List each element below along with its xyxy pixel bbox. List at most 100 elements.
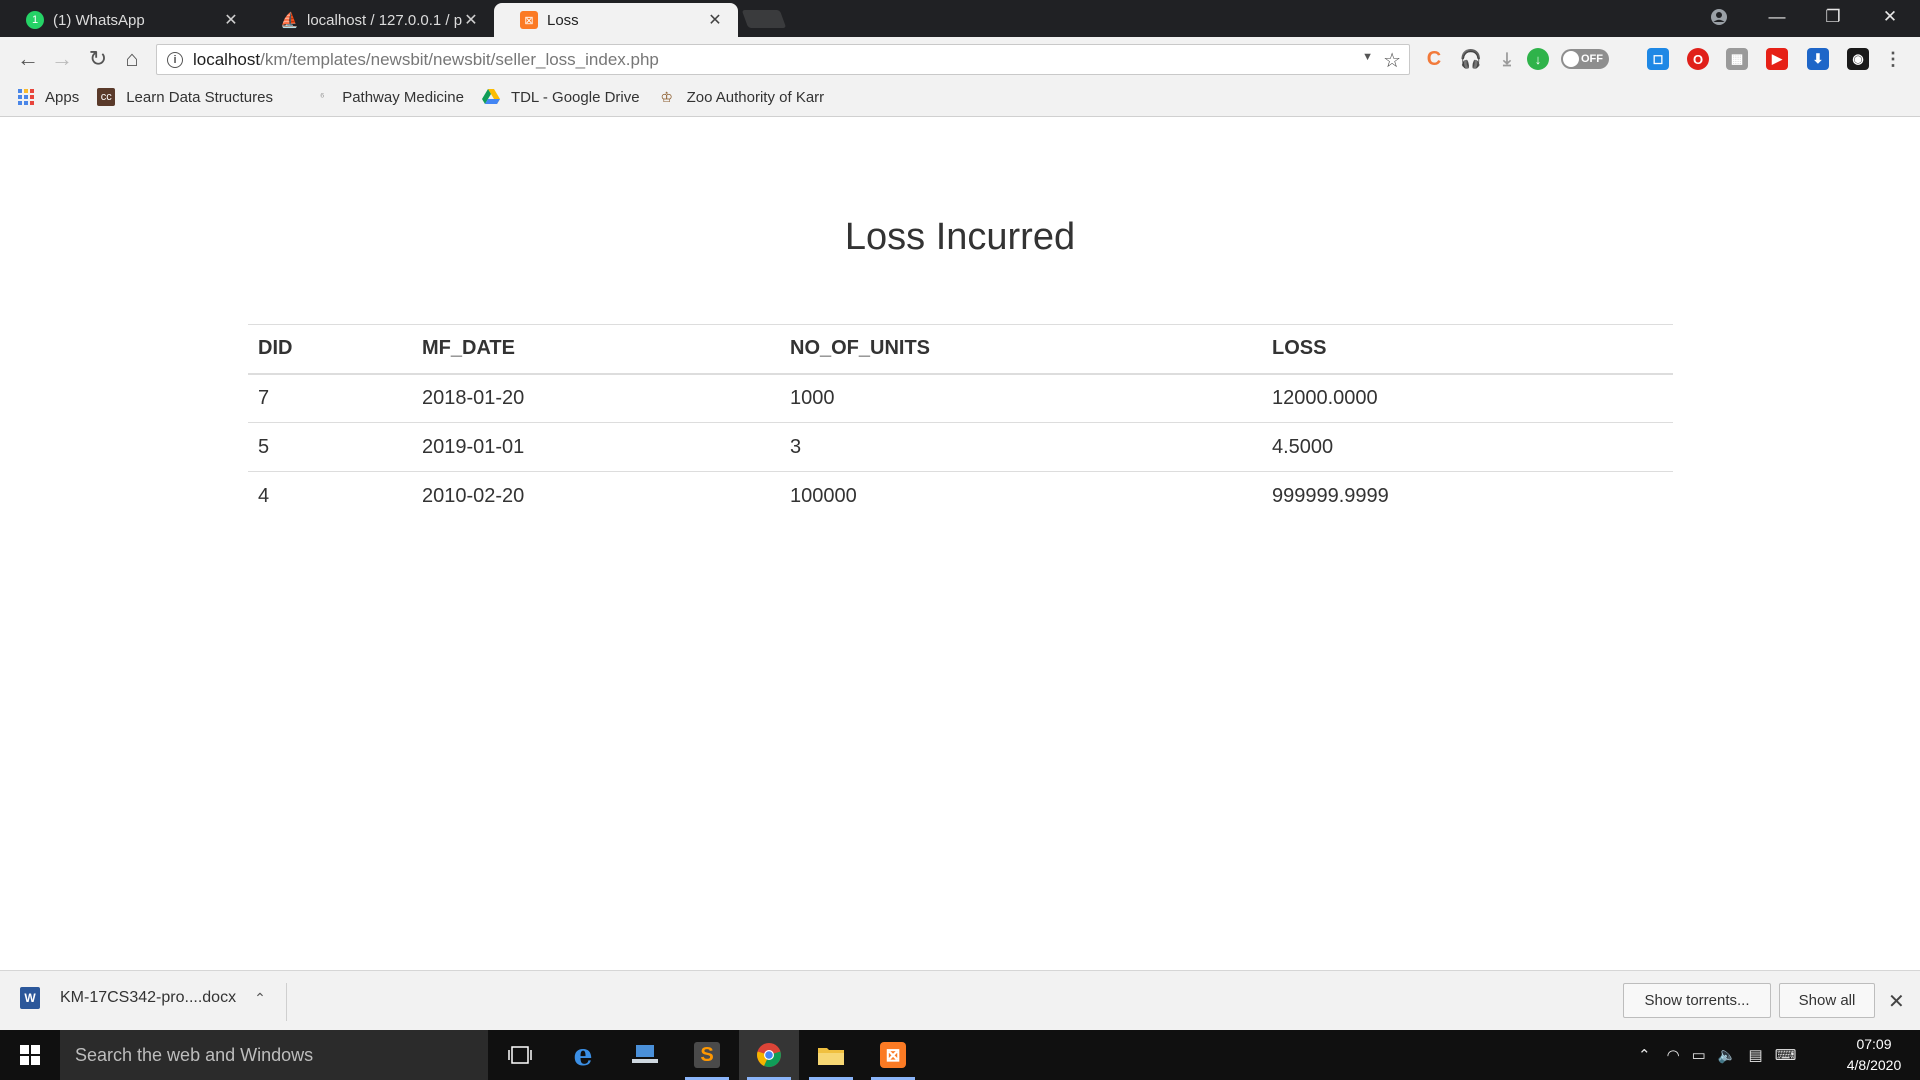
bookmark-pathway-medicine[interactable]: ⁶ Pathway Medicine xyxy=(313,88,464,106)
divider xyxy=(286,983,287,1021)
xampp-icon[interactable]: ⊠ xyxy=(863,1030,923,1080)
download-item[interactable]: W KM-17CS342-pro....docx ⌃ xyxy=(20,987,266,1009)
forward-icon[interactable]: → xyxy=(48,45,76,73)
cell-loss: 12000.0000 xyxy=(1262,373,1673,423)
extension-c-icon[interactable]: C xyxy=(1423,48,1445,70)
download-tray-icon[interactable]: ⤓ xyxy=(1496,48,1518,70)
profile-icon[interactable] xyxy=(1691,0,1747,34)
bookmark-label: Learn Data Structures xyxy=(126,88,273,106)
table-header-row: DID MF_DATE NO_OF_UNITS LOSS xyxy=(248,324,1673,375)
network-app-icon[interactable] xyxy=(615,1030,675,1080)
cell-no-of-units: 100000 xyxy=(790,484,857,507)
chevron-up-icon[interactable]: ⌃ xyxy=(1638,1046,1651,1064)
taskbar-search[interactable]: Search the web and Windows xyxy=(60,1030,488,1080)
emblem-icon: ♔ xyxy=(660,88,673,105)
power-download-icon[interactable]: ↓ xyxy=(1527,48,1549,70)
bookmark-learn-data-structures[interactable]: cc Learn Data Structures xyxy=(97,88,295,106)
tab-phpmyadmin[interactable]: ⛵ localhost / 127.0.0.1 / pfi ✕ xyxy=(254,3,494,37)
new-tab-button[interactable] xyxy=(741,10,787,28)
show-torrents-button[interactable]: Show torrents... xyxy=(1623,983,1771,1018)
chevron-up-icon[interactable]: ⌃ xyxy=(254,990,266,1007)
close-tab-icon[interactable]: ✕ xyxy=(706,10,724,30)
bookmarks-bar: Apps cc Learn Data Structures ⁶ Pathway … xyxy=(0,82,1920,112)
close-window-icon[interactable]: ✕ xyxy=(1862,0,1918,34)
pathway-icon: ⁶ xyxy=(319,91,325,103)
menu-icon[interactable]: ⋮ xyxy=(1882,48,1904,70)
edge-icon[interactable]: e xyxy=(553,1030,613,1080)
taskbar-clock[interactable]: 07:09 4/8/2020 xyxy=(1834,1034,1914,1076)
headphones-icon[interactable]: 🎧 xyxy=(1460,48,1482,70)
cell-did: 5 xyxy=(248,422,412,472)
column-header-loss: LOSS xyxy=(1262,324,1673,375)
cell-loss: 4.5000 xyxy=(1262,422,1673,472)
phpmyadmin-icon: ⛵ xyxy=(280,12,299,29)
keyboard-icon[interactable]: ⌨ xyxy=(1775,1046,1797,1064)
xampp-icon: ⊠ xyxy=(520,11,538,29)
close-tab-icon[interactable]: ✕ xyxy=(462,10,480,30)
bookmark-label: Pathway Medicine xyxy=(342,88,464,106)
cell-loss: 999999.9999 xyxy=(1272,484,1389,507)
grey-extension-icon[interactable]: ▦ xyxy=(1726,48,1748,70)
restore-icon[interactable]: ❐ xyxy=(1805,0,1861,34)
task-view-icon[interactable] xyxy=(490,1030,550,1080)
bookmark-star-icon[interactable]: ☆ xyxy=(1383,48,1401,73)
cell-no-of-units: 1000 xyxy=(780,373,1262,423)
tab-loss[interactable]: ⊠ Loss ✕ xyxy=(494,3,738,37)
url-path: /km/templates/newsbit/newsbit/seller_los… xyxy=(260,49,659,69)
file-explorer-icon[interactable] xyxy=(801,1030,861,1080)
cell-mf-date: 2019-01-01 xyxy=(412,422,780,472)
bookmark-label: TDL - Google Drive xyxy=(510,88,640,106)
column-header-did: DID xyxy=(248,324,412,375)
tab-label: (1) WhatsApp xyxy=(53,11,145,29)
download-file-name: KM-17CS342-pro....docx xyxy=(60,989,237,1006)
download-bar: W KM-17CS342-pro....docx ⌃ Show torrents… xyxy=(0,970,1920,1030)
tab-label: localhost / 127.0.0.1 / pfi xyxy=(307,11,462,29)
info-icon[interactable]: i xyxy=(167,51,183,68)
bookmark-apps[interactable]: Apps xyxy=(18,89,79,106)
page-content: Loss Incurred DID MF_DATE NO_OF_UNITS LO… xyxy=(0,118,1920,970)
cell-mf-date: 2010-02-20 xyxy=(422,484,525,507)
wifi-icon[interactable]: ◠ xyxy=(1667,1046,1680,1064)
table-row: 4 2010-02-20 100000 999999.9999 xyxy=(248,472,1673,521)
bookmark-label: Apps xyxy=(45,88,80,106)
opera-vpn-icon[interactable]: O xyxy=(1687,48,1709,70)
blue-download-icon[interactable]: ⬇ xyxy=(1807,48,1829,70)
youtube-icon[interactable]: ▶ xyxy=(1766,48,1788,70)
battery-icon[interactable]: ▭ xyxy=(1692,1046,1706,1064)
close-tab-icon[interactable]: ✕ xyxy=(222,10,240,30)
column-header-no-of-units: NO_OF_UNITS xyxy=(780,324,1262,375)
table-row: 5 2019-01-01 3 4.5000 xyxy=(248,422,1673,472)
camera-icon[interactable]: ◉ xyxy=(1847,48,1869,70)
extension-off-toggle[interactable]: OFF xyxy=(1561,49,1609,69)
cc-icon: cc xyxy=(97,88,116,106)
tab-strip: 1 (1) WhatsApp ✕ ⛵ localhost / 127.0.0.1… xyxy=(0,0,1920,37)
dropdown-icon[interactable]: ▼ xyxy=(1362,51,1373,63)
show-all-button[interactable]: Show all xyxy=(1779,983,1875,1018)
table-row: 7 2018-01-20 1000 12000.0000 xyxy=(248,373,1673,423)
cell-did: 7 xyxy=(248,373,412,423)
search-placeholder: Search the web and Windows xyxy=(75,1044,314,1065)
bookmark-tdl-google-drive[interactable]: TDL - Google Drive xyxy=(481,88,640,106)
start-button[interactable] xyxy=(0,1030,60,1080)
bookmark-zoo-authority[interactable]: ♔ Zoo Authority of Karr xyxy=(658,88,842,106)
minimize-icon[interactable]: — xyxy=(1749,0,1805,34)
home-icon[interactable]: ⌂ xyxy=(118,45,146,73)
system-tray: ⌃ ◠ ▭ 🔈 ▤ ⌨ xyxy=(1638,1030,1796,1080)
toggle-knob xyxy=(1563,51,1579,67)
windows-taskbar: Search the web and Windows e S ⊠ ⌃ ◠ ▭ 🔈… xyxy=(0,1030,1920,1080)
close-icon[interactable]: ✕ xyxy=(1888,989,1905,1014)
volume-icon[interactable]: 🔈 xyxy=(1718,1046,1737,1064)
apps-grid-icon xyxy=(18,89,34,105)
windows-logo-icon xyxy=(20,1045,40,1065)
blue-square-icon[interactable]: ◻ xyxy=(1647,48,1669,70)
address-bar[interactable]: i localhost /km/templates/newsbit/newsbi… xyxy=(156,44,1410,75)
tab-whatsapp[interactable]: 1 (1) WhatsApp ✕ xyxy=(0,3,254,37)
back-icon[interactable]: ← xyxy=(14,45,42,73)
clock-time: 07:09 xyxy=(1856,1036,1892,1052)
sublime-text-icon[interactable]: S xyxy=(677,1030,737,1080)
chrome-icon[interactable] xyxy=(739,1030,799,1080)
url-host: localhost xyxy=(193,49,261,69)
bookmark-label: Zoo Authority of Karr xyxy=(686,88,825,106)
reload-icon[interactable]: ↻ xyxy=(84,45,112,73)
notification-icon[interactable]: ▤ xyxy=(1749,1046,1763,1064)
